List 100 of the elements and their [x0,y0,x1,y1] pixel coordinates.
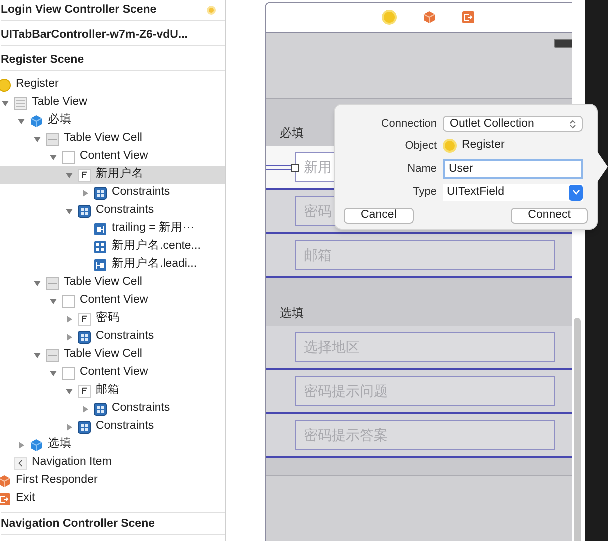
outline-row[interactable]: Register [0,76,225,94]
table-view-icon [14,96,27,110]
disclosure-right-icon[interactable] [82,406,89,412]
back-chevron-icon [14,456,27,470]
disclosure-right-icon[interactable] [66,424,73,430]
scene-title[interactable]: Navigation Controller Scene [1,516,156,534]
outline-label: 选填 [48,436,72,452]
outline-label: Register [16,77,59,92]
disclosure-right-icon[interactable] [18,442,25,448]
disclosure-down-icon[interactable] [66,208,73,214]
text-field-icon [78,168,91,182]
constraint-icon [94,258,107,272]
outline-row[interactable]: Constraints [0,418,225,436]
disclosure-down-icon[interactable] [18,118,25,124]
constraints-icon [78,204,91,218]
constraints-icon [94,186,107,200]
outline-row[interactable]: 密码 [0,310,225,328]
outline-row[interactable]: Table View Cell [0,346,225,364]
section-header: 选填 [280,305,304,322]
up-down-chevron-icon [570,120,576,129]
connection-popup[interactable]: Outlet Collection [443,116,583,132]
field-label: Connection [380,117,437,132]
outline-row[interactable]: First Responder [0,472,225,490]
constraint-icon [94,240,107,254]
outline-row[interactable]: Table View [0,94,225,112]
outline-row[interactable]: Table View Cell [0,274,225,292]
constraints-icon [78,420,91,434]
view-icon [62,294,75,308]
cancel-button[interactable]: Cancel [344,208,414,224]
outline-label: 密码 [96,310,120,326]
connect-button[interactable]: Connect [511,208,588,224]
outline-row[interactable]: Content View [0,364,225,382]
disclosure-down-icon[interactable] [66,388,73,394]
name-field[interactable]: User [443,159,583,179]
text-field-icon [78,384,91,398]
outline-label: trailing = 新用⋯ [112,220,195,236]
scrollbar[interactable] [574,318,581,541]
outline-row[interactable]: 新用户名.cente... [0,238,225,256]
section-header: 必填 [280,125,304,142]
outline-label: 新用户名.leadi... [112,256,198,272]
cube-icon [423,11,436,24]
disclosure-right-icon[interactable] [82,190,89,196]
view-icon [62,150,75,164]
text-field-icon [78,312,91,326]
disclosure-down-icon[interactable] [34,280,41,286]
outline-row[interactable]: 邮箱 [0,382,225,400]
outline-row[interactable]: Navigation Item [0,454,225,472]
cube-icon [0,474,11,488]
outline-row[interactable]: Constraints [0,184,225,202]
disclosure-down-icon[interactable] [50,370,57,376]
view-icon [62,366,75,380]
outline-row[interactable]: Content View [0,148,225,166]
disclosure-down-icon[interactable] [34,352,41,358]
constraints-icon [78,330,91,344]
outline-row[interactable]: Constraints [0,328,225,346]
field-label: Name [406,162,437,177]
outline-label: Constraints [112,185,170,200]
disclosure-down-icon[interactable] [50,298,57,304]
disclosure-down-icon[interactable] [2,100,9,106]
disclosure-right-icon[interactable] [66,316,73,322]
disclosure-down-icon[interactable] [66,172,73,178]
scene-title[interactable]: UITabBarController-w7m-Z6-vdU... [1,26,188,44]
disclosure-right-icon[interactable] [66,334,73,340]
outline-row[interactable]: 新用户名 [0,166,225,184]
dropdown-icon[interactable] [569,184,583,200]
outline-row[interactable]: Table View Cell [0,130,225,148]
table-cell-icon [46,276,59,290]
outline-label: Content View [80,293,148,308]
scene-title[interactable]: Login View Controller Scene [1,2,157,20]
scene-title[interactable]: Register Scene [1,52,84,70]
outline-label: Table View Cell [64,347,142,362]
constraint-icon [94,222,107,236]
view-controller-icon [0,78,11,92]
outline-row[interactable]: Constraints [0,400,225,418]
outline-label: 新用户名.cente... [112,238,201,254]
outline-label: Constraints [112,401,170,416]
disclosure-down-icon[interactable] [34,136,41,142]
outline-label: First Responder [16,473,98,488]
outline-row[interactable]: trailing = 新用⋯ [0,220,225,238]
outline-label: 新用户名 [96,166,144,182]
outline-label: Content View [80,365,148,380]
outline-row[interactable]: Exit [0,490,225,508]
outline-row[interactable]: 新用户名.leadi... [0,256,225,274]
outline-row[interactable]: 选填 [0,436,225,454]
battery-icon [554,39,572,48]
field-label: Object [404,138,437,154]
outline-label: Content View [80,149,148,164]
exit-icon [462,11,475,24]
disclosure-down-icon[interactable] [50,154,57,160]
table-cell-icon [46,348,59,362]
outline-row[interactable]: Constraints [0,202,225,220]
outline-label: 邮箱 [96,382,120,398]
table-cell-icon [46,132,59,146]
outline-label: Constraints [96,329,154,344]
type-combo-box[interactable]: UITextField [443,184,583,201]
scene-marker-icon [207,6,216,15]
object-name: Register [462,138,505,154]
outline-row[interactable]: 必填 [0,112,225,130]
outline-label: Table View Cell [64,131,142,146]
outline-row[interactable]: Content View [0,292,225,310]
